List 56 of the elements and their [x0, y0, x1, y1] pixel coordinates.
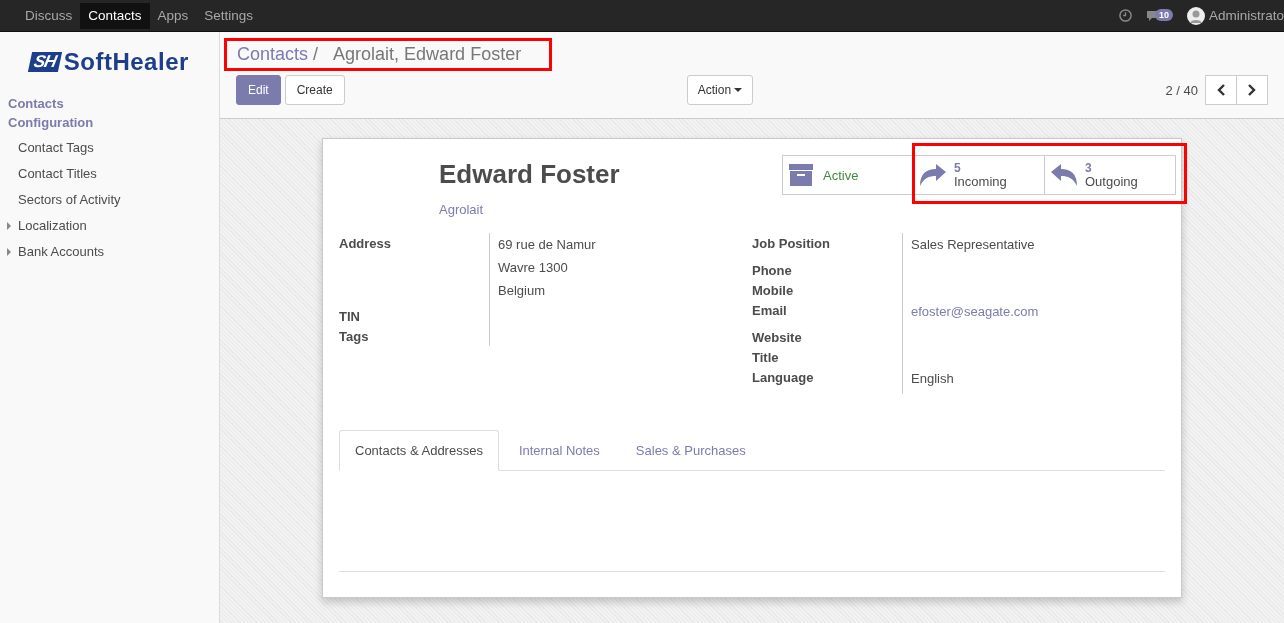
sidebar-item[interactable]: Contact Tags	[0, 135, 219, 161]
top-menu-item[interactable]: Contacts	[80, 2, 150, 29]
sidebar-heading[interactable]: Contacts	[0, 94, 219, 113]
active-toggle-button[interactable]: Active	[782, 155, 914, 195]
field-label: Job Position	[752, 235, 831, 253]
chevron-left-icon	[1217, 84, 1225, 96]
breadcrumb-separator: /	[313, 44, 319, 65]
pager-counter: 2 / 40	[1165, 82, 1198, 98]
field-value: 69 rue de Namur	[498, 236, 597, 254]
field-label: Mobile	[752, 282, 795, 300]
field-label: Website	[752, 329, 803, 347]
form-tab[interactable]: Sales & Purchases	[619, 430, 762, 471]
message-count-badge: 10	[1154, 8, 1173, 21]
field-label: Email	[752, 302, 788, 320]
breadcrumb-current: Agrolait, Edward Foster	[332, 44, 522, 65]
action-dropdown[interactable]: Action	[686, 75, 754, 105]
company-link[interactable]: Agrolait	[439, 202, 620, 217]
caret-icon	[734, 88, 743, 92]
field-value: Sales Representative	[911, 236, 1036, 254]
stat-button[interactable]: 5 Incoming	[913, 155, 1045, 195]
field-value: Wavre 1300	[498, 259, 569, 277]
field-value: English	[911, 370, 955, 388]
top-menu-item[interactable]: Discuss	[17, 2, 81, 29]
previous-button[interactable]	[1205, 75, 1237, 105]
reply-arrow-icon	[1051, 164, 1077, 186]
field-label: Phone	[752, 262, 793, 280]
sidebar-item[interactable]: Bank Accounts	[0, 239, 219, 265]
field-label: Tags	[339, 328, 370, 346]
top-menu-item[interactable]: Settings	[196, 2, 262, 29]
breadcrumb-link[interactable]: Contacts	[237, 44, 309, 65]
user-name[interactable]: Administrato	[1208, 8, 1284, 23]
sidebar-item[interactable]: Sectors of Activity	[0, 187, 219, 213]
sidebar-heading[interactable]: Configuration	[0, 113, 219, 132]
edit-button[interactable]: Edit	[236, 75, 281, 105]
avatar-icon[interactable]	[1186, 6, 1205, 25]
form-tab[interactable]: Contacts & Addresses	[339, 430, 499, 471]
field-label: Address	[339, 235, 393, 253]
stat-button[interactable]: 3 Outgoing	[1044, 155, 1176, 195]
field-label: Language	[752, 369, 815, 387]
top-menu-item[interactable]: Apps	[149, 2, 197, 29]
field-label: Title	[752, 349, 780, 367]
field-label: TIN	[339, 308, 361, 326]
create-button[interactable]: Create	[284, 75, 345, 105]
clock-icon[interactable]	[1118, 9, 1132, 22]
field-value: Belgium	[498, 282, 546, 300]
sidebar-item[interactable]: Localization	[0, 213, 219, 239]
share-arrow-icon	[920, 164, 946, 186]
email-link[interactable]: efoster@seagate.com	[911, 300, 1165, 323]
form-tab[interactable]: Internal Notes	[502, 430, 616, 471]
sidebar-item[interactable]: Contact Titles	[0, 161, 219, 187]
next-button[interactable]	[1236, 75, 1268, 105]
chevron-right-icon	[1248, 84, 1256, 96]
logo-text: SoftHealer	[63, 48, 189, 76]
logo-mark: SH	[28, 52, 62, 72]
contact-name: Edward Foster	[439, 159, 620, 190]
archive-box-icon	[789, 164, 813, 186]
